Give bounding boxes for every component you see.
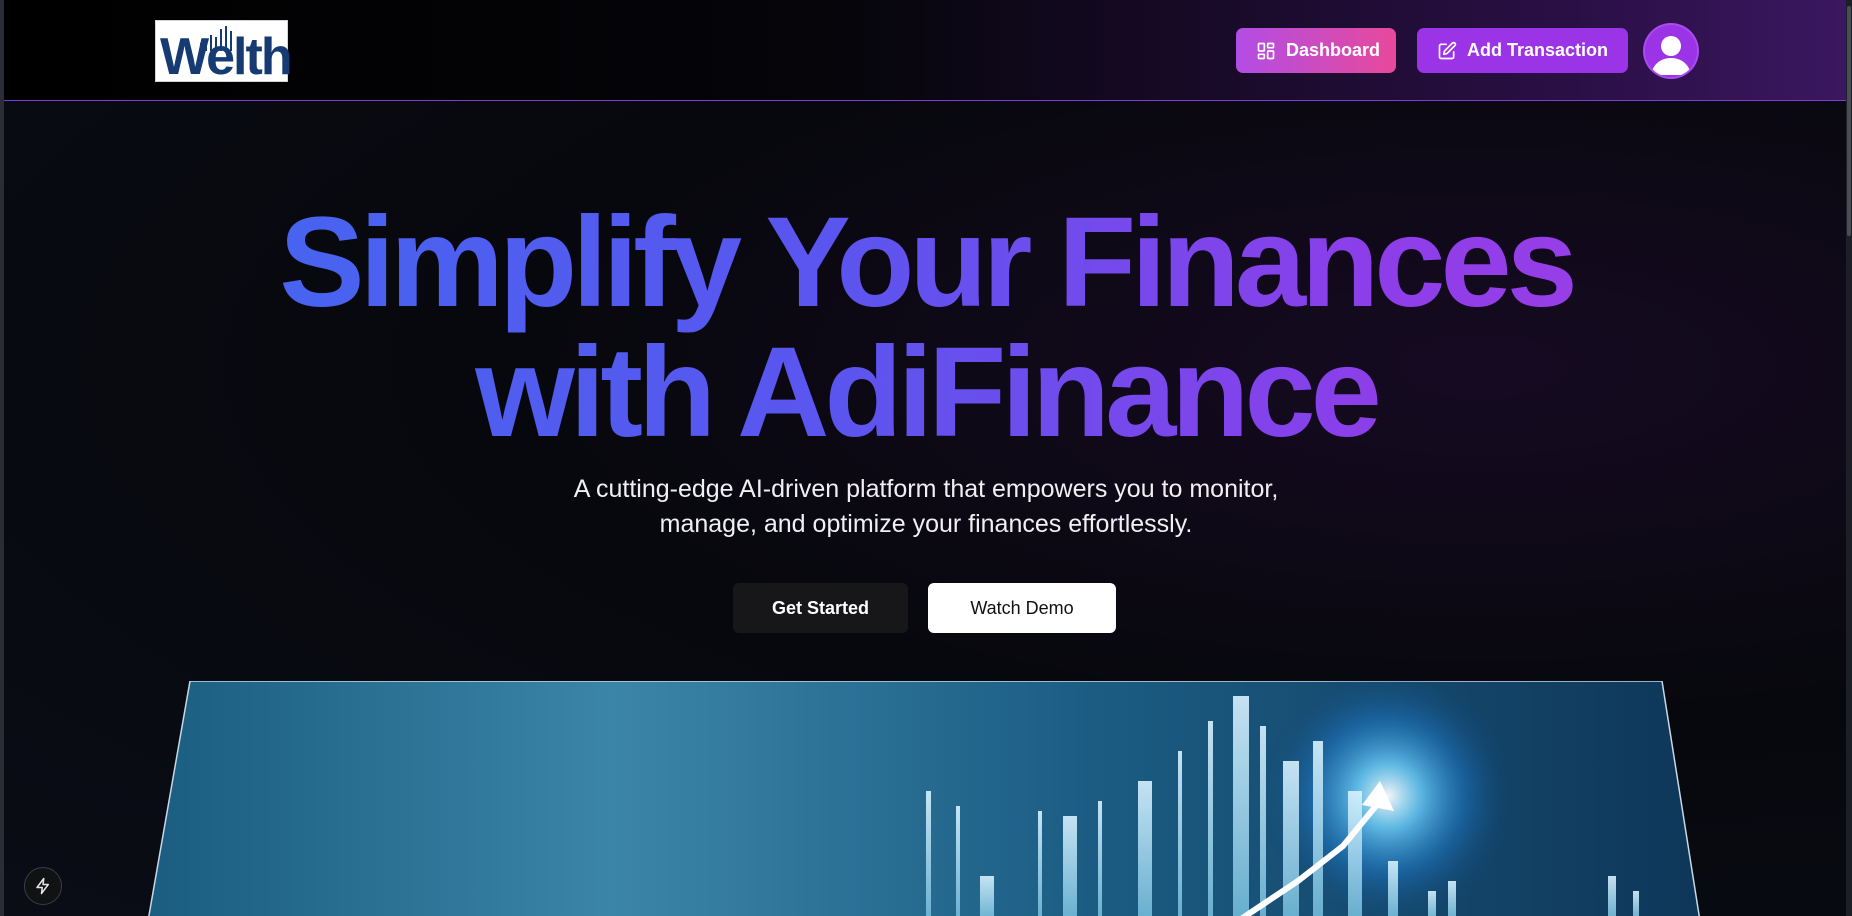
hero-subtitle-line-2: manage, and optimize your finances effor… xyxy=(659,510,1193,538)
lightning-bolt-button[interactable] xyxy=(24,867,62,905)
get-started-button[interactable]: Get Started xyxy=(733,583,908,633)
dashboard-button-label: Dashboard xyxy=(1286,40,1381,60)
scrollbar-thumb[interactable] xyxy=(1847,6,1851,236)
hero-title: Simplify Your Finances with AdiFinance xyxy=(0,198,1852,458)
add-transaction-button[interactable]: Add Transaction xyxy=(1417,28,1628,73)
top-navbar: Welth Dashboard Add Transaction xyxy=(4,0,1846,101)
landing-page: Welth Dashboard Add Transaction Simplify… xyxy=(0,0,1852,916)
dashboard-button[interactable]: Dashboard xyxy=(1236,28,1396,73)
user-avatar-icon xyxy=(1651,36,1691,75)
pen-square-icon xyxy=(1438,41,1457,59)
window-left-edge xyxy=(0,0,4,916)
lightning-bolt-icon xyxy=(36,877,49,895)
hero-subtitle: A cutting-edge AI-driven platform that e… xyxy=(526,472,1326,542)
user-avatar-button[interactable] xyxy=(1645,25,1697,77)
scrollbar-track[interactable] xyxy=(1846,0,1852,916)
hero-subtitle-line-1: A cutting-edge AI-driven platform that e… xyxy=(573,475,1279,503)
financial-growth-chart-image xyxy=(148,681,1700,916)
hero-title-line-1: Simplify Your Finances xyxy=(279,191,1573,334)
add-transaction-label: Add Transaction xyxy=(1467,40,1609,60)
watch-demo-button[interactable]: Watch Demo xyxy=(928,583,1116,633)
hero-title-line-2: with AdiFinance xyxy=(475,321,1377,464)
welth-logo[interactable]: Welth xyxy=(155,20,293,86)
logo-text: Welth xyxy=(160,28,293,86)
layout-dashboard-icon xyxy=(1257,42,1275,59)
